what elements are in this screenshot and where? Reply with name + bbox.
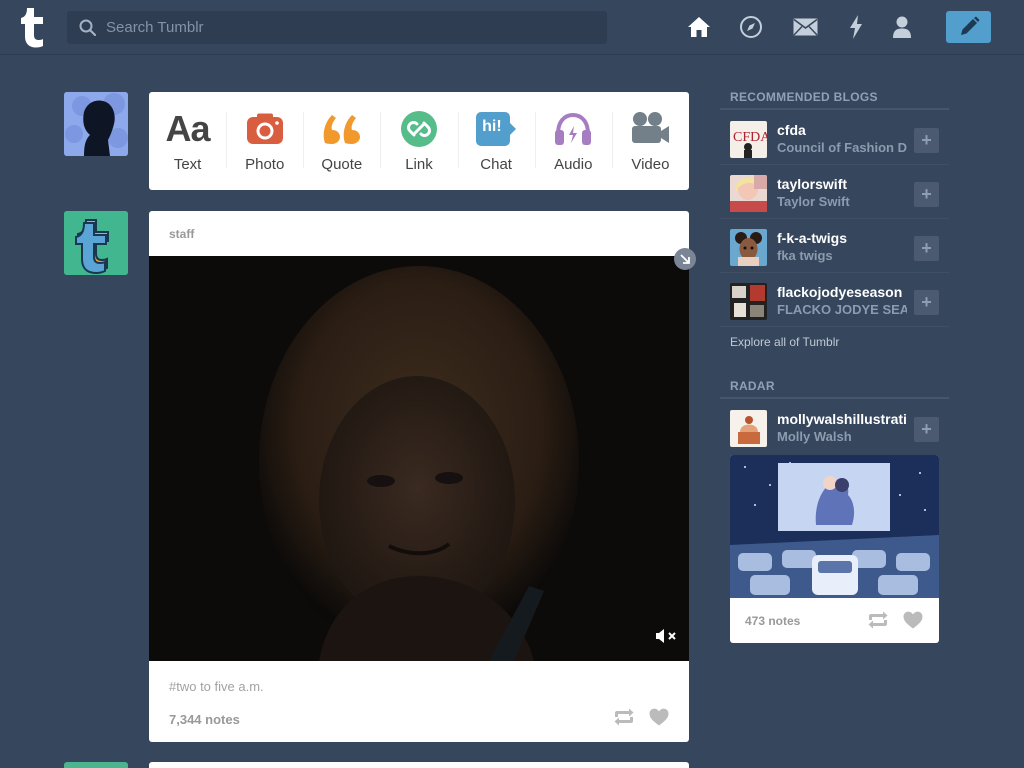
- like-heart-icon[interactable]: [903, 611, 923, 629]
- follow-button[interactable]: +: [914, 290, 939, 315]
- blog-avatar[interactable]: [730, 229, 767, 266]
- blog-avatar[interactable]: CFDA: [730, 121, 767, 158]
- divider: [720, 108, 949, 110]
- radar-post: 473 notes: [730, 455, 939, 643]
- radar-notes-count[interactable]: 473 notes: [745, 614, 800, 628]
- plus-icon: +: [921, 130, 932, 150]
- dashboard-post: staff #two to five a.m. 7,344 notes: [149, 211, 689, 742]
- tumblr-logo[interactable]: [18, 6, 50, 48]
- text-icon: Aa: [165, 108, 211, 149]
- staff-avatar[interactable]: [64, 211, 128, 275]
- follow-button[interactable]: +: [914, 128, 939, 153]
- video-camera-icon: [630, 110, 670, 148]
- chat-icon: hi!: [475, 110, 517, 148]
- compose-button[interactable]: [946, 11, 991, 43]
- recommended-blog[interactable]: CFDA cfda Council of Fashion D +: [720, 111, 949, 165]
- blog-title: Council of Fashion D: [777, 140, 907, 155]
- camera-icon: [246, 110, 284, 148]
- post-type-label: Video: [631, 156, 670, 173]
- reblog-icon[interactable]: [613, 708, 635, 726]
- mute-toggle[interactable]: [655, 629, 677, 643]
- post-author[interactable]: staff: [169, 227, 194, 241]
- post-type-label: Audio: [554, 156, 593, 173]
- follow-button[interactable]: +: [914, 417, 939, 442]
- blog-title: Molly Walsh: [777, 429, 852, 444]
- post-type-video[interactable]: Video: [611, 92, 689, 190]
- post-type-label: Chat: [480, 156, 512, 173]
- post-type-bar: Aa Text Photo Quote Link hi! Chat Audio: [149, 92, 689, 190]
- post-type-label: Text: [173, 156, 202, 173]
- divider: [720, 397, 949, 399]
- blog-name[interactable]: flackojodyeseason: [777, 284, 907, 300]
- post-type-quote[interactable]: Quote: [303, 92, 380, 190]
- speaker-muted-icon: [656, 629, 676, 643]
- post-video[interactable]: [149, 256, 689, 661]
- blog-avatar[interactable]: [730, 410, 767, 447]
- explore-icon[interactable]: [737, 13, 765, 41]
- follow-button[interactable]: +: [914, 182, 939, 207]
- home-icon[interactable]: [685, 13, 713, 41]
- reblog-icon[interactable]: [867, 611, 889, 629]
- plus-icon: +: [921, 184, 932, 204]
- follow-button[interactable]: +: [914, 236, 939, 261]
- next-post: [149, 762, 689, 768]
- user-avatar[interactable]: [64, 92, 128, 156]
- blog-title: fka twigs: [777, 248, 833, 263]
- plus-icon: +: [921, 419, 932, 439]
- blog-avatar[interactable]: [730, 283, 767, 320]
- top-bar: [0, 0, 1024, 55]
- radar-actions: [867, 611, 923, 629]
- post-tags[interactable]: #two to five a.m.: [169, 679, 264, 694]
- recommended-blog[interactable]: taylorswift Taylor Swift +: [720, 165, 949, 219]
- blog-title: Taylor Swift: [777, 194, 850, 209]
- explore-link[interactable]: Explore all of Tumblr: [730, 335, 839, 349]
- post-type-link[interactable]: Link: [380, 92, 457, 190]
- blog-name[interactable]: cfda: [777, 122, 907, 138]
- search-icon: [79, 19, 96, 36]
- activity-icon[interactable]: [842, 13, 870, 41]
- radar-image[interactable]: [730, 455, 939, 598]
- quote-icon: [322, 110, 362, 148]
- svg-text:CFDA: CFDA: [733, 130, 767, 145]
- link-icon: [400, 110, 438, 148]
- blog-title: FLACKO JODYE SEA: [777, 302, 907, 317]
- expand-button[interactable]: [674, 248, 696, 270]
- blog-name[interactable]: taylorswift: [777, 176, 907, 192]
- post-type-label: Photo: [245, 156, 285, 173]
- headphones-icon: [554, 110, 592, 148]
- expand-arrow-icon: [680, 254, 690, 264]
- recommended-blog[interactable]: f-k-a-twigs fka twigs +: [720, 219, 949, 273]
- search-box[interactable]: [67, 11, 607, 44]
- plus-icon: +: [921, 292, 932, 312]
- post-notes-count[interactable]: 7,344 notes: [169, 712, 240, 727]
- search-input[interactable]: [106, 19, 586, 36]
- radar-blog[interactable]: mollywalshillustratio Molly Walsh +: [720, 400, 949, 454]
- account-icon[interactable]: [888, 13, 916, 41]
- post-type-chat[interactable]: hi! Chat: [457, 92, 535, 190]
- recommended-heading: RECOMMENDED BLOGS: [730, 90, 878, 104]
- recommended-blog[interactable]: flackojodyeseason FLACKO JODYE SEA +: [720, 273, 949, 327]
- plus-icon: +: [921, 238, 932, 258]
- radar-heading: RADAR: [730, 379, 775, 393]
- like-heart-icon[interactable]: [649, 708, 669, 726]
- blog-name[interactable]: mollywalshillustratio: [777, 411, 907, 427]
- post-type-photo[interactable]: Photo: [226, 92, 303, 190]
- post-type-text[interactable]: Aa Text: [149, 92, 226, 190]
- messages-icon[interactable]: [791, 13, 819, 41]
- post-type-label: Quote: [321, 156, 363, 173]
- post-type-audio[interactable]: Audio: [534, 92, 612, 190]
- next-post-avatar[interactable]: [64, 762, 128, 768]
- post-type-label: Link: [405, 156, 433, 173]
- post-actions: [613, 708, 669, 726]
- blog-name[interactable]: f-k-a-twigs: [777, 230, 907, 246]
- pencil-icon: [960, 16, 979, 35]
- blog-avatar[interactable]: [730, 175, 767, 212]
